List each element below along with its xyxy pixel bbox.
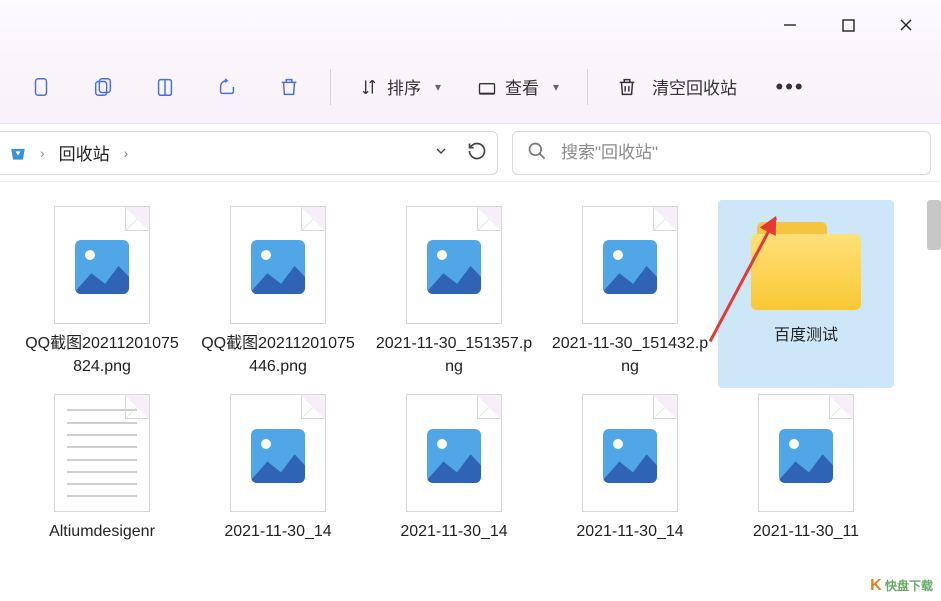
navigation-bar: › 回收站 ›	[0, 124, 941, 182]
toolbar-divider	[330, 69, 331, 105]
breadcrumb-separator: ›	[122, 145, 131, 161]
view-button[interactable]: 查看 ▾	[463, 68, 573, 105]
item-label: 百度测试	[722, 324, 890, 347]
image-file-icon	[230, 394, 326, 512]
file-item[interactable]: 2021-11-30_11	[718, 388, 894, 553]
minimize-button[interactable]	[761, 5, 819, 45]
item-label: 2021-11-30_151357.png	[370, 332, 538, 378]
file-item[interactable]: 2021-11-30_151357.png	[366, 200, 542, 388]
file-item[interactable]: Altiumdesigenr	[14, 388, 190, 553]
chevron-down-icon: ▾	[435, 80, 441, 94]
copy-button[interactable]	[76, 63, 130, 111]
view-label: 查看	[505, 74, 539, 99]
item-label: 2021-11-30_14	[194, 520, 362, 543]
breadcrumb-location[interactable]: 回收站	[55, 140, 114, 165]
toolbar-divider	[587, 69, 588, 105]
window-titlebar	[0, 0, 941, 50]
file-grid: QQ截图20211201075824.pngQQ截图20211201075446…	[0, 182, 941, 601]
image-file-icon	[406, 394, 502, 512]
address-bar[interactable]: › 回收站 ›	[0, 131, 498, 175]
item-label: 2021-11-30_151432.png	[546, 332, 714, 378]
item-label: 2021-11-30_14	[546, 520, 714, 543]
image-file-icon	[54, 206, 150, 324]
image-file-icon	[230, 206, 326, 324]
share-button[interactable]	[200, 63, 254, 111]
search-icon	[527, 141, 547, 164]
sort-button[interactable]: 排序 ▾	[345, 68, 455, 105]
file-item[interactable]: 2021-11-30_14	[366, 388, 542, 553]
item-label: QQ截图20211201075824.png	[18, 332, 186, 378]
recycle-bin-icon	[6, 141, 30, 165]
item-label: 2021-11-30_14	[370, 520, 538, 543]
file-item[interactable]: 2021-11-30_151432.png	[542, 200, 718, 388]
file-item[interactable]: 2021-11-30_14	[190, 388, 366, 553]
paste-button[interactable]	[138, 63, 192, 111]
image-file-icon	[758, 394, 854, 512]
maximize-button[interactable]	[819, 5, 877, 45]
chevron-down-icon: ▾	[553, 80, 559, 94]
command-toolbar: 排序 ▾ 查看 ▾ 清空回收站 •••	[0, 50, 941, 124]
image-file-icon	[582, 206, 678, 324]
file-item[interactable]: 2021-11-30_14	[542, 388, 718, 553]
watermark: K 快盘下载	[866, 575, 937, 597]
file-item[interactable]: QQ截图20211201075824.png	[14, 200, 190, 388]
refresh-button[interactable]	[467, 141, 487, 164]
item-label: Altiumdesigenr	[18, 520, 186, 543]
text-file-icon	[54, 394, 150, 512]
search-bar[interactable]	[512, 131, 931, 175]
item-label: QQ截图20211201075446.png	[194, 332, 362, 378]
delete-button[interactable]	[262, 63, 316, 111]
breadcrumb-separator: ›	[38, 145, 47, 161]
sort-label: 排序	[387, 74, 421, 99]
close-button[interactable]	[877, 5, 935, 45]
cut-button[interactable]	[14, 63, 68, 111]
folder-item[interactable]: 百度测试	[718, 200, 894, 388]
image-file-icon	[406, 206, 502, 324]
empty-recycle-bin-button[interactable]: 清空回收站	[602, 68, 751, 105]
file-item[interactable]: QQ截图20211201075446.png	[190, 200, 366, 388]
search-input[interactable]	[561, 143, 916, 163]
empty-recycle-bin-label: 清空回收站	[652, 74, 737, 99]
chevron-down-icon[interactable]	[433, 143, 449, 162]
scrollbar-thumb[interactable]	[927, 200, 941, 250]
image-file-icon	[582, 394, 678, 512]
more-button[interactable]: •••	[763, 63, 817, 111]
item-label: 2021-11-30_11	[722, 520, 890, 543]
